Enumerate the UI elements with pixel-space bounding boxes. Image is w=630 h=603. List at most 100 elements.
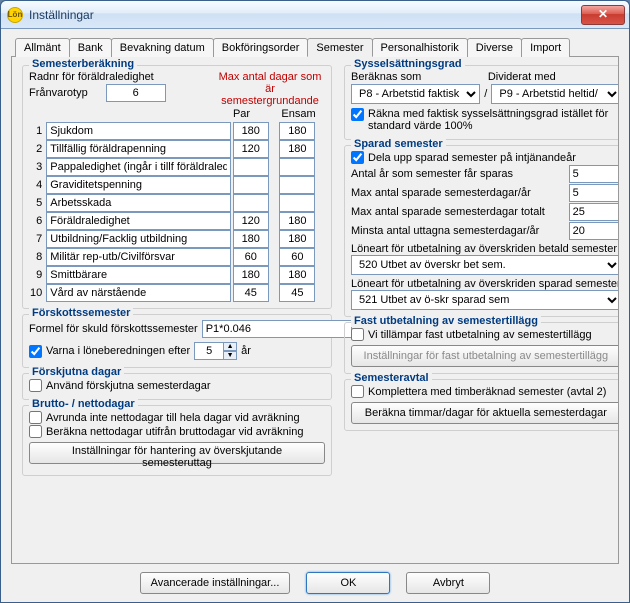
tab-import[interactable]: Import (521, 38, 570, 57)
table-row: 3 (29, 158, 325, 176)
table-row: 9 (29, 266, 325, 284)
chk-label: Vi tillämpar fast utbetalning av semeste… (368, 329, 592, 341)
chk-berakna-netto[interactable] (29, 425, 42, 438)
table-row: 7 (29, 230, 325, 248)
tab-allmant[interactable]: Allmänt (15, 38, 70, 57)
input-warn-years[interactable] (194, 342, 224, 360)
chk-faktisk-syssel[interactable] (351, 108, 364, 121)
chk-label: Använd förskjutna semesterdagar (46, 380, 210, 392)
tab-semester[interactable]: Semester (307, 38, 372, 57)
label-sparad-3: Max antal sparade semesterdagar totalt (351, 206, 565, 218)
input-sparad-1[interactable] (569, 165, 619, 183)
spin-up-icon[interactable]: ▲ (223, 342, 237, 351)
client-area: Allmänt Bank Bevakning datum Bokföringso… (1, 29, 629, 602)
footer-buttons: Avancerade inställningar... OK Avbryt (11, 564, 619, 594)
btn-cancel[interactable]: Avbryt (406, 572, 490, 594)
absence-table: 12345678910 (29, 122, 325, 302)
input-ensam[interactable] (279, 266, 315, 284)
input-absence-name[interactable] (46, 230, 231, 248)
tab-label: Bank (78, 42, 103, 54)
input-par[interactable] (233, 122, 269, 140)
input-radnr[interactable] (106, 84, 166, 102)
group-title: Fast utbetalning av semestertillägg (351, 315, 541, 327)
combo-beraknas[interactable]: P8 - Arbetstid faktisk (351, 84, 480, 104)
btn-berakna-timmar[interactable]: Beräkna timmar/dagar för aktuella semest… (351, 402, 619, 424)
input-sparad-2[interactable] (569, 184, 619, 202)
input-par[interactable] (233, 158, 269, 176)
input-par[interactable] (233, 248, 269, 266)
tab-bank[interactable]: Bank (69, 38, 112, 57)
input-sparad-4[interactable] (569, 222, 619, 240)
chk-komplettera[interactable] (351, 385, 364, 398)
input-par[interactable] (233, 194, 269, 212)
input-ensam[interactable] (279, 212, 315, 230)
spin-down-icon[interactable]: ▼ (223, 351, 237, 360)
chk-dela-sparad[interactable] (351, 151, 364, 164)
row-index: 9 (29, 266, 45, 284)
input-par[interactable] (233, 266, 269, 284)
btn-advanced[interactable]: Avancerade inställningar... (140, 572, 291, 594)
chk-label: Varna i löneberedningen efter (46, 345, 190, 357)
app-icon: Lön (7, 7, 23, 23)
input-ensam[interactable] (279, 284, 315, 302)
table-row: 2 (29, 140, 325, 158)
input-sparad-3[interactable] (569, 203, 619, 221)
btn-overskjutande[interactable]: Inställningar för hantering av överskjut… (29, 442, 325, 464)
group-title: Sysselsättningsgrad (351, 58, 465, 70)
window-title: Inställningar (29, 8, 581, 22)
label-sparad-1: Antal år som semester får sparas (351, 168, 565, 180)
chk-label: Räkna med faktisk sysselsättningsgrad is… (368, 108, 619, 132)
input-absence-name[interactable] (46, 158, 231, 176)
row-index: 5 (29, 194, 45, 212)
group-title: Sparad semester (351, 138, 446, 150)
input-ensam[interactable] (279, 230, 315, 248)
btn-ok[interactable]: OK (306, 572, 390, 594)
combo-loneart-betald[interactable]: 520 Utbet av överskr bet sem. (351, 255, 619, 275)
input-par[interactable] (233, 140, 269, 158)
input-par[interactable] (233, 212, 269, 230)
chk-fast-utbet[interactable] (351, 328, 364, 341)
input-absence-name[interactable] (46, 122, 231, 140)
red-header-2: semestergrundande (215, 95, 325, 107)
group-fast-utbetalning: Fast utbetalning av semestertillägg Vi t… (344, 322, 619, 374)
group-forskjutna: Förskjutna dagar Använd förskjutna semes… (22, 373, 332, 400)
input-par[interactable] (233, 284, 269, 302)
combo-dividerat[interactable]: P9 - Arbetstid heltid/ (491, 84, 619, 104)
input-absence-name[interactable] (46, 140, 231, 158)
input-ensam[interactable] (279, 158, 315, 176)
chk-label: Beräkna nettodagar utifrån bruttodagar v… (46, 426, 303, 438)
input-absence-name[interactable] (46, 284, 231, 302)
chk-label: Komplettera med timberäknad semester (av… (368, 386, 606, 398)
input-absence-name[interactable] (46, 176, 231, 194)
tab-bevakning[interactable]: Bevakning datum (111, 38, 214, 57)
table-row: 10 (29, 284, 325, 302)
group-title: Semesteravtal (351, 372, 432, 384)
input-par[interactable] (233, 230, 269, 248)
btn-fast-installningar[interactable]: Inställningar för fast utbetalning av se… (351, 345, 619, 367)
tab-panel: Semesterberäkning Radnr för föräldraledi… (11, 57, 619, 564)
chk-avrunda[interactable] (29, 411, 42, 424)
input-absence-name[interactable] (46, 194, 231, 212)
label-dividerat: Dividerat med (488, 71, 619, 83)
input-ensam[interactable] (279, 140, 315, 158)
input-formel[interactable] (202, 320, 352, 338)
input-par[interactable] (233, 176, 269, 194)
input-absence-name[interactable] (46, 212, 231, 230)
input-ensam[interactable] (279, 194, 315, 212)
input-ensam[interactable] (279, 122, 315, 140)
combo-loneart-sparad[interactable]: 521 Utbet av ö-skr sparad sem (351, 290, 619, 310)
tab-bokforingsorder[interactable]: Bokföringsorder (213, 38, 309, 57)
chk-forskjutna[interactable] (29, 379, 42, 392)
tab-personalhistorik[interactable]: Personalhistorik (372, 38, 468, 57)
close-button[interactable]: ✕ (581, 5, 625, 25)
col-header-ensam: Ensam (279, 108, 319, 120)
input-ensam[interactable] (279, 248, 315, 266)
tab-label: Bokföringsorder (222, 42, 300, 54)
chk-warn-loneberedning[interactable] (29, 345, 42, 358)
input-absence-name[interactable] (46, 266, 231, 284)
table-row: 4 (29, 176, 325, 194)
input-ensam[interactable] (279, 176, 315, 194)
tab-diverse[interactable]: Diverse (467, 38, 522, 57)
input-absence-name[interactable] (46, 248, 231, 266)
spin-warn-years[interactable]: ▲▼ (194, 342, 237, 360)
